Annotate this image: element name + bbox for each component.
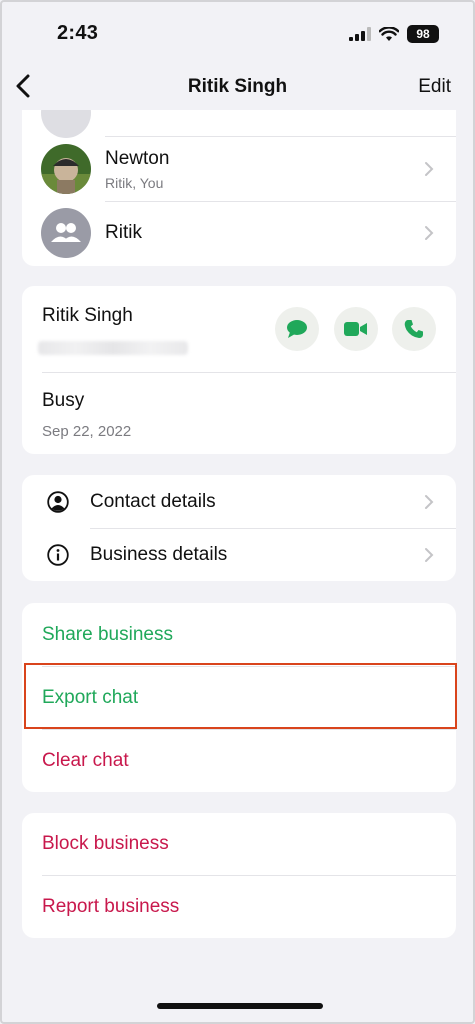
group-members: Ritik, You <box>105 175 164 191</box>
group-name: Newton <box>105 148 170 169</box>
status-time: 2:43 <box>57 22 99 44</box>
clear-chat-row[interactable]: Clear chat <box>22 730 456 792</box>
contact-name: Ritik Singh <box>42 305 133 326</box>
export-chat-label: Export chat <box>42 687 139 708</box>
phone-icon <box>404 320 423 338</box>
divider <box>42 372 456 373</box>
block-business-label: Block business <box>42 833 169 854</box>
status-icons: 98 <box>349 25 439 43</box>
danger-card: Block business Report business <box>22 813 456 938</box>
groups-card: Newton Ritik, You Ritik <box>22 110 456 266</box>
details-card: Contact details Business details <box>22 475 456 581</box>
actions-card: Share business Export chat Clear chat <box>22 603 456 792</box>
chevron-right-icon <box>425 548 434 562</box>
business-details-label: Business details <box>90 544 228 565</box>
info-icon <box>47 544 69 566</box>
edit-button[interactable]: Edit <box>418 76 451 98</box>
group-name: Ritik <box>105 222 142 243</box>
about-date: Sep 22, 2022 <box>42 423 132 440</box>
chevron-right-icon <box>425 226 434 240</box>
contact-details-label: Contact details <box>90 491 216 512</box>
block-business-row[interactable]: Block business <box>22 813 456 875</box>
group-avatar-ritik <box>41 208 91 258</box>
status-bar: 2:43 98 <box>2 2 473 62</box>
page-title: Ritik Singh <box>187 76 288 97</box>
battery-icon: 98 <box>407 25 439 43</box>
blurred-phone-number <box>38 341 188 355</box>
group-avatar-newton <box>41 144 91 194</box>
group-row-ritik[interactable]: Ritik <box>22 202 456 264</box>
export-chat-row[interactable]: Export chat <box>22 667 456 729</box>
message-icon <box>287 320 307 338</box>
contact-card: Ritik Singh Busy Sep 22, 2022 <box>22 286 456 454</box>
contact-details-row[interactable]: Contact details <box>22 475 456 528</box>
wifi-icon <box>379 26 399 41</box>
screen: 2:43 98 Ritik Singh Edit Newton Ritik, Y… <box>0 0 475 1024</box>
signal-icon <box>349 27 371 41</box>
about-text: Busy <box>42 390 85 411</box>
chevron-right-icon <box>425 162 434 176</box>
video-call-button[interactable] <box>334 307 378 351</box>
clear-chat-label: Clear chat <box>42 750 129 771</box>
person-circle-icon <box>47 491 69 513</box>
message-button[interactable] <box>275 307 319 351</box>
share-business-label: Share business <box>42 624 173 645</box>
home-indicator[interactable] <box>157 1003 323 1009</box>
report-business-label: Report business <box>42 896 180 917</box>
business-details-row[interactable]: Business details <box>22 529 456 581</box>
video-icon <box>344 322 367 336</box>
people-icon <box>51 223 81 242</box>
nav-bar: Ritik Singh Edit <box>2 64 473 110</box>
voice-call-button[interactable] <box>392 307 436 351</box>
avatar <box>41 110 91 138</box>
chevron-right-icon <box>425 495 434 509</box>
report-business-row[interactable]: Report business <box>22 876 456 938</box>
group-row-newton[interactable]: Newton Ritik, You <box>22 137 456 201</box>
share-business-row[interactable]: Share business <box>22 603 456 666</box>
group-photo-icon <box>41 144 91 194</box>
